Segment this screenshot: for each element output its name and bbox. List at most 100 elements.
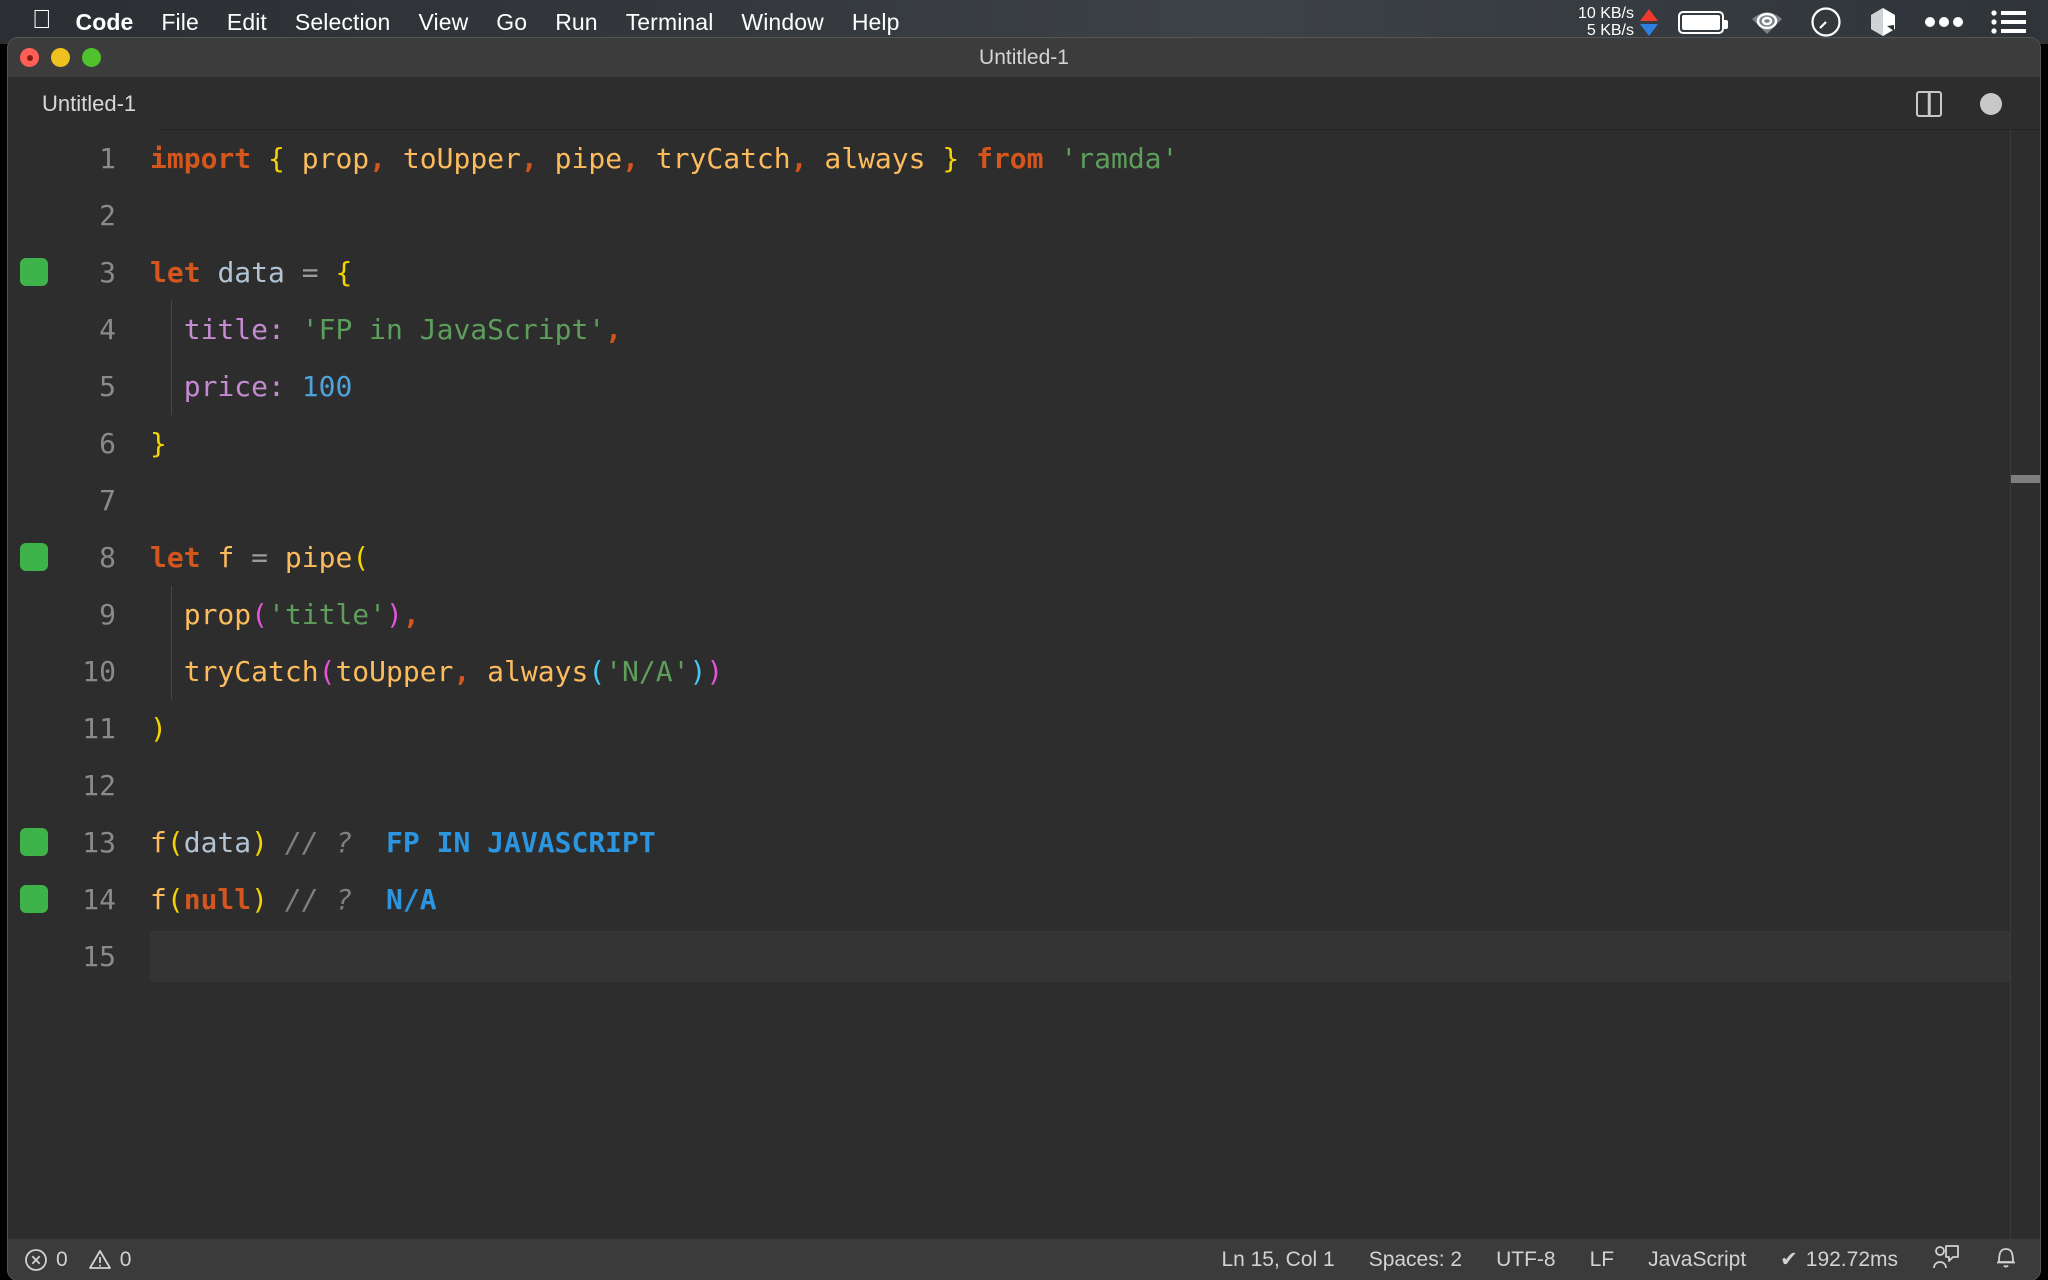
apple-logo-icon[interactable]:  <box>32 6 52 32</box>
editor-line[interactable]: 8 let f = pipe( <box>8 529 2040 586</box>
tab-label: Untitled-1 <box>42 90 137 116</box>
speedometer-icon[interactable] <box>1810 6 1842 38</box>
menu-item-view[interactable]: View <box>418 9 468 36</box>
code-content: title: 'FP in JavaScript', <box>150 313 622 346</box>
box-icon[interactable] <box>1868 6 1898 38</box>
token-obj-open: { <box>335 256 353 289</box>
editor-line[interactable]: 14 f(null) // ? N/A <box>8 871 2040 928</box>
editor-line-active[interactable]: 15 <box>8 928 2040 985</box>
editor-line[interactable]: 2 <box>8 187 2040 244</box>
editor-line[interactable]: 1 import { prop, toUpper, pipe, tryCatch… <box>8 130 2040 187</box>
line-number: 2 <box>99 199 116 232</box>
editor-line[interactable]: 10 tryCatch(toUpper, always('N/A')) <box>8 643 2040 700</box>
token-paren-close: ) <box>251 826 269 859</box>
token-string-na: 'N/A' <box>605 655 690 688</box>
token-prop: prop <box>301 142 370 175</box>
token-paren-close: ) <box>251 883 269 916</box>
menu-item-file[interactable]: File <box>161 9 198 36</box>
code-content: price: 100 <box>150 370 353 403</box>
line-number: 10 <box>82 655 116 688</box>
line-number: 9 <box>99 598 116 631</box>
token-paren-open: ( <box>588 655 606 688</box>
token-fn-toupper: toUpper <box>335 655 454 688</box>
list-icon[interactable] <box>1990 8 2026 36</box>
token-keyword-let: let <box>150 256 201 289</box>
token-brace-close: } <box>942 142 960 175</box>
code-content: prop('title'), <box>150 598 420 631</box>
battery-icon[interactable] <box>1678 10 1728 34</box>
menu-item-selection[interactable]: Selection <box>295 9 391 36</box>
editor-line[interactable]: 13 f(data) // ? FP IN JAVASCRIPT <box>8 814 2040 871</box>
quokka-inline-output: FP IN JAVASCRIPT <box>386 826 656 859</box>
editor-line[interactable]: 7 <box>8 472 2040 529</box>
ellipsis-icon[interactable] <box>1924 16 1964 28</box>
editor-line[interactable]: 4 title: 'FP in JavaScript', <box>8 301 2040 358</box>
feedback-person-icon[interactable] <box>1932 1244 1960 1276</box>
warning-status[interactable]: 0 <box>88 1248 131 1272</box>
token-paren-open: ( <box>318 655 336 688</box>
token-fn-trycatch: tryCatch <box>183 655 319 688</box>
code-content: import { prop, toUpper, pipe, tryCatch, … <box>150 142 1178 175</box>
download-speed: 5 KB/s <box>1586 22 1634 39</box>
editor-line[interactable]: 3 let data = { <box>8 244 2040 301</box>
bell-icon[interactable] <box>1994 1244 2018 1276</box>
token-operator-eq: = <box>251 541 269 574</box>
editor-line[interactable]: 9 prop('title'), <box>8 586 2040 643</box>
token-fn-f: f <box>150 883 167 916</box>
line-number: 4 <box>99 313 116 346</box>
quokka-live-badge-icon <box>20 885 48 913</box>
token-paren-close: ) <box>689 655 707 688</box>
line-number: 6 <box>99 427 116 460</box>
code-content: let data = { <box>150 256 352 289</box>
token-paren-open: ( <box>166 883 184 916</box>
menu-item-window[interactable]: Window <box>741 9 823 36</box>
quokka-inline-output: N/A <box>386 883 437 916</box>
quokka-timing[interactable]: ✔ 192.72ms <box>1780 1247 1898 1272</box>
network-speed-indicator[interactable]: 10 KB/s 5 KB/s <box>1578 5 1658 39</box>
editor-line[interactable]: 6 } <box>8 415 2040 472</box>
quokka-check-icon: ✔ <box>1780 1248 1798 1271</box>
menu-item-help[interactable]: Help <box>852 9 900 36</box>
token-keyword-null: null <box>183 883 252 916</box>
editor-line[interactable]: 12 <box>8 757 2040 814</box>
editor-line[interactable]: 11 ) <box>8 700 2040 757</box>
status-bar-left: 0 0 <box>8 1248 131 1272</box>
token-string-title: 'title' <box>268 598 387 631</box>
quokka-live-badge-icon <box>20 258 48 286</box>
menu-item-code[interactable]: Code <box>76 9 134 36</box>
token-always: always <box>824 142 926 175</box>
split-editor-icon[interactable] <box>1916 90 1942 117</box>
eol-setting[interactable]: LF <box>1590 1248 1615 1272</box>
code-content: f(data) // ? FP IN JAVASCRIPT <box>150 826 656 859</box>
editor-line[interactable]: 5 price: 100 <box>8 358 2040 415</box>
token-comma: , <box>605 313 623 346</box>
quokka-live-badge-icon <box>20 543 48 571</box>
download-arrow-icon <box>1640 23 1658 36</box>
cursor-position[interactable]: Ln 15, Col 1 <box>1221 1248 1334 1272</box>
menu-item-run[interactable]: Run <box>555 9 598 36</box>
language-mode[interactable]: JavaScript <box>1648 1248 1746 1272</box>
menu-item-go[interactable]: Go <box>496 9 527 36</box>
token-comma: , <box>402 598 420 631</box>
token-key-title: title: <box>183 313 285 346</box>
overview-ruler[interactable] <box>2010 130 2040 1238</box>
menu-item-edit[interactable]: Edit <box>227 9 267 36</box>
current-line-highlight <box>150 931 2010 982</box>
error-status[interactable]: 0 <box>24 1248 68 1272</box>
encoding-setting[interactable]: UTF-8 <box>1496 1248 1556 1272</box>
wifi-icon[interactable] <box>1750 8 1784 36</box>
menu-item-terminal[interactable]: Terminal <box>626 9 714 36</box>
line-number: 11 <box>82 712 116 745</box>
editor-actions <box>1916 90 2040 117</box>
token-trycatch: tryCatch <box>655 142 791 175</box>
code-editor[interactable]: 1 import { prop, toUpper, pipe, tryCatch… <box>8 130 2040 1238</box>
indent-guide <box>171 643 172 700</box>
token-key-price: price: <box>183 370 285 403</box>
token-comment: // ? <box>284 883 353 916</box>
token-paren-open: ( <box>352 541 370 574</box>
token-fn-f: f <box>150 826 167 859</box>
unsaved-dot-icon[interactable] <box>1980 92 2002 115</box>
token-paren-open: ( <box>166 826 184 859</box>
indentation-setting[interactable]: Spaces: 2 <box>1369 1248 1462 1272</box>
tab-untitled-1[interactable]: Untitled-1 <box>8 77 159 130</box>
